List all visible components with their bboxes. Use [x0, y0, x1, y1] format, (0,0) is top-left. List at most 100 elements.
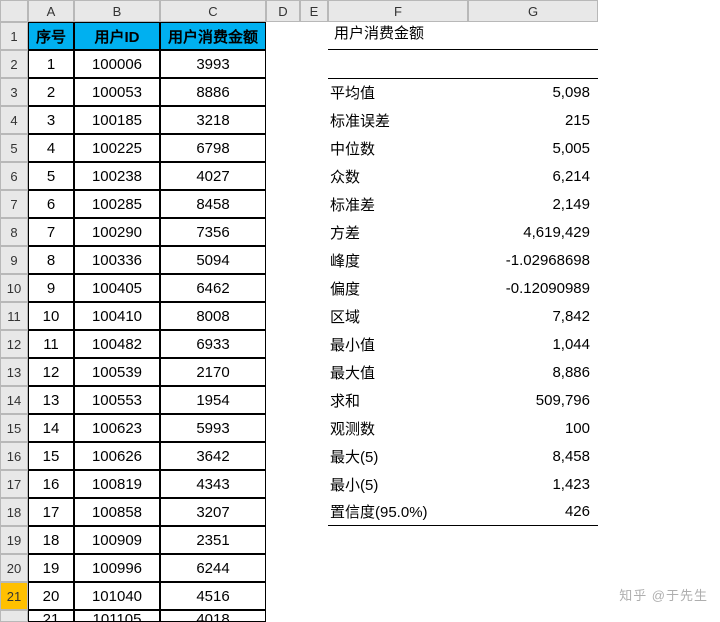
cell-blank[interactable]	[300, 526, 328, 554]
cell-blank[interactable]	[266, 470, 300, 498]
cell-amount[interactable]: 6462	[160, 274, 266, 302]
stat-value[interactable]: 215	[468, 106, 598, 134]
cell-uid[interactable]: 100006	[74, 50, 160, 78]
row-header-6[interactable]: 6	[0, 162, 28, 190]
cell-blank[interactable]	[328, 554, 468, 582]
cell-blank[interactable]	[266, 442, 300, 470]
table-header-uid[interactable]: 用户ID	[74, 22, 160, 50]
row-header-18[interactable]: 18	[0, 498, 28, 526]
cell-blank[interactable]	[266, 274, 300, 302]
cell-seq[interactable]: 2	[28, 78, 74, 106]
cell-uid[interactable]: 100410	[74, 302, 160, 330]
table-header-amount[interactable]: 用户消费金额	[160, 22, 266, 50]
cell-amount[interactable]: 4516	[160, 582, 266, 610]
stat-label[interactable]: 区域	[328, 302, 468, 330]
row-header-9[interactable]: 9	[0, 246, 28, 274]
stat-value[interactable]: 1,423	[468, 470, 598, 498]
cell-uid[interactable]: 101040	[74, 582, 160, 610]
cell-seq[interactable]: 16	[28, 470, 74, 498]
cell-seq[interactable]: 1	[28, 50, 74, 78]
stat-value[interactable]: 5,098	[468, 78, 598, 106]
cell-blank[interactable]	[300, 302, 328, 330]
cell-blank[interactable]	[300, 274, 328, 302]
cell-blank[interactable]	[300, 470, 328, 498]
cell-blank[interactable]	[266, 22, 300, 50]
cell-uid[interactable]: 100909	[74, 526, 160, 554]
cell-blank[interactable]	[266, 218, 300, 246]
cell-blank[interactable]	[300, 218, 328, 246]
cell-blank[interactable]	[300, 582, 328, 610]
stat-value[interactable]: 4,619,429	[468, 218, 598, 246]
cell-blank[interactable]	[266, 498, 300, 526]
cell-seq[interactable]: 15	[28, 442, 74, 470]
cell-uid[interactable]: 100623	[74, 414, 160, 442]
select-all-corner[interactable]	[0, 0, 28, 22]
cell-uid[interactable]: 100553	[74, 386, 160, 414]
stat-value[interactable]: 5,005	[468, 134, 598, 162]
table-header-seq[interactable]: 序号	[28, 22, 74, 50]
cell-blank[interactable]	[300, 78, 328, 106]
cell-seq[interactable]: 20	[28, 582, 74, 610]
cell-blank[interactable]	[266, 162, 300, 190]
row-header-5[interactable]: 5	[0, 134, 28, 162]
cell-blank[interactable]	[300, 134, 328, 162]
cell-seq[interactable]: 4	[28, 134, 74, 162]
cell-amount[interactable]: 8008	[160, 302, 266, 330]
row-header-17[interactable]: 17	[0, 470, 28, 498]
column-header-E[interactable]: E	[300, 0, 328, 22]
cell-blank[interactable]	[300, 330, 328, 358]
cell-seq[interactable]: 17	[28, 498, 74, 526]
cell-blank[interactable]	[300, 386, 328, 414]
cell-blank[interactable]	[266, 526, 300, 554]
cell-uid[interactable]: 100225	[74, 134, 160, 162]
row-header-14[interactable]: 14	[0, 386, 28, 414]
cell-amount[interactable]: 6798	[160, 134, 266, 162]
cell-uid[interactable]: 100482	[74, 330, 160, 358]
cell-amount[interactable]: 6244	[160, 554, 266, 582]
spreadsheet-grid[interactable]: ABCDEFG1序号用户ID用户消费金额用户消费金额21100006399332…	[0, 0, 720, 622]
stat-value[interactable]: 426	[468, 498, 598, 526]
stat-label[interactable]: 方差	[328, 218, 468, 246]
cell-uid[interactable]: 100185	[74, 106, 160, 134]
stat-label[interactable]: 峰度	[328, 246, 468, 274]
stat-value[interactable]: 2,149	[468, 190, 598, 218]
column-header-G[interactable]: G	[468, 0, 598, 22]
cell-seq[interactable]: 6	[28, 190, 74, 218]
row-header-16[interactable]: 16	[0, 442, 28, 470]
cell-blank[interactable]	[300, 162, 328, 190]
stat-value[interactable]: 509,796	[468, 386, 598, 414]
stat-label[interactable]: 标准误差	[328, 106, 468, 134]
cell-uid[interactable]: 100539	[74, 358, 160, 386]
cell-amount[interactable]: 3993	[160, 50, 266, 78]
stat-label[interactable]: 最大(5)	[328, 442, 468, 470]
column-header-A[interactable]: A	[28, 0, 74, 22]
cell-amount[interactable]: 6933	[160, 330, 266, 358]
stat-label[interactable]: 众数	[328, 162, 468, 190]
cell-seq[interactable]: 5	[28, 162, 74, 190]
row-header-2[interactable]: 2	[0, 50, 28, 78]
cell-blank[interactable]	[468, 554, 598, 582]
cell-seq[interactable]: 3	[28, 106, 74, 134]
cell-uid[interactable]: 100238	[74, 162, 160, 190]
stat-label[interactable]: 标准差	[328, 190, 468, 218]
cell-blank[interactable]	[266, 554, 300, 582]
column-header-B[interactable]: B	[74, 0, 160, 22]
cell-amount[interactable]: 3207	[160, 498, 266, 526]
cell-seq[interactable]: 9	[28, 274, 74, 302]
cell-blank[interactable]	[300, 414, 328, 442]
cell-seq[interactable]: 19	[28, 554, 74, 582]
cell-blank[interactable]	[300, 246, 328, 274]
cell-blank[interactable]	[468, 582, 598, 610]
cell-blank[interactable]	[266, 78, 300, 106]
stat-label[interactable]: 求和	[328, 386, 468, 414]
cell-blank[interactable]	[468, 50, 598, 78]
cell-blank[interactable]	[266, 582, 300, 610]
stat-label[interactable]: 最小值	[328, 330, 468, 358]
cell-uid[interactable]: 100858	[74, 498, 160, 526]
cell-blank[interactable]	[266, 190, 300, 218]
row-header-11[interactable]: 11	[0, 302, 28, 330]
stat-label[interactable]: 观测数	[328, 414, 468, 442]
cell-blank[interactable]	[328, 526, 468, 554]
cell-uid[interactable]: 100819	[74, 470, 160, 498]
cell-seq[interactable]: 11	[28, 330, 74, 358]
